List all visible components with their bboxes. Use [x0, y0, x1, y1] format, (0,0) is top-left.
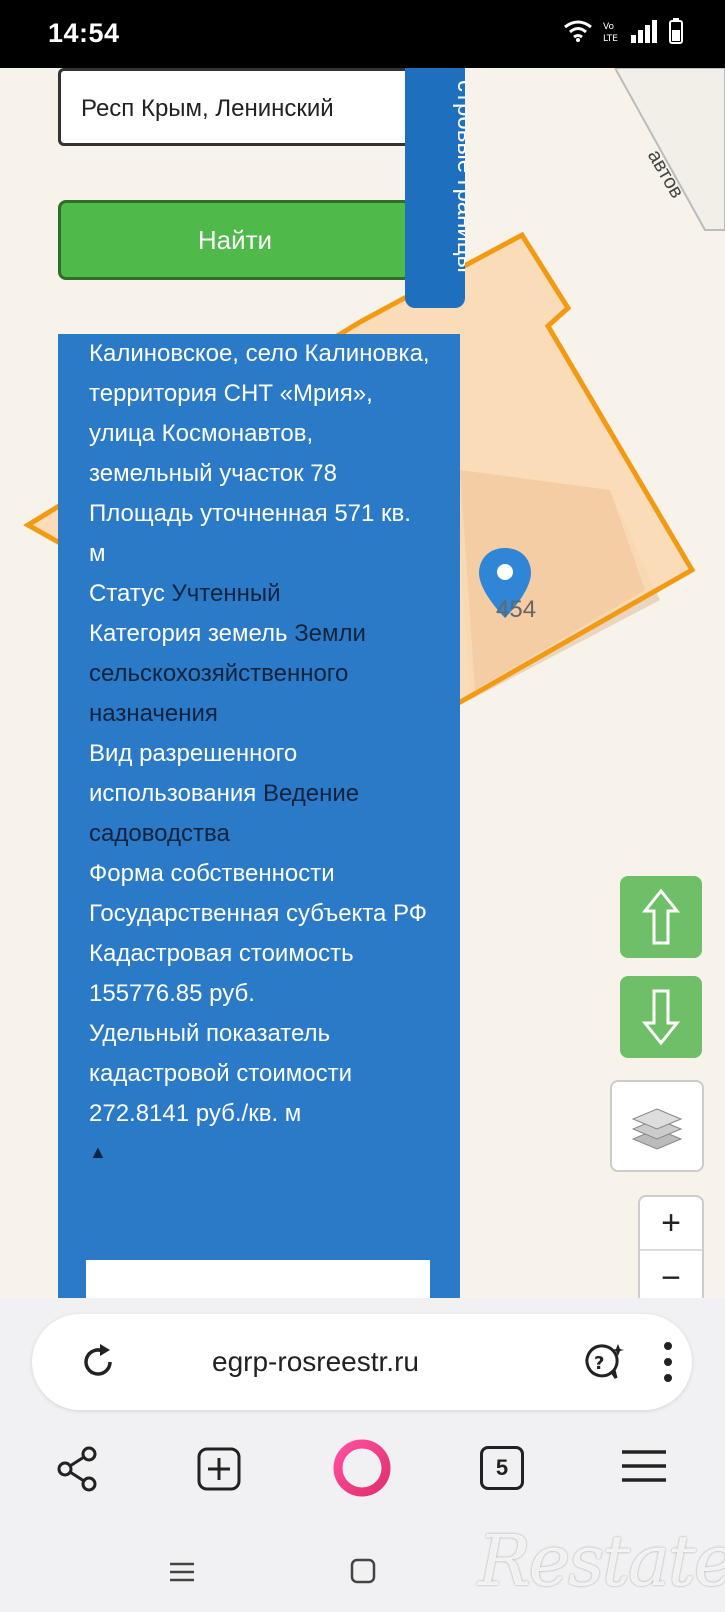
- address-bar[interactable]: egrp-rosreestr.ru ?: [32, 1314, 692, 1410]
- assistant-question-icon[interactable]: ?: [580, 1342, 624, 1382]
- find-button[interactable]: Найти: [58, 200, 412, 280]
- watermark-logo: Restate: [478, 1520, 725, 1602]
- arrow-down-icon: [641, 989, 681, 1046]
- parcel-address: Калиновское, село Калиновка, территория …: [89, 340, 430, 487]
- parcel-info-panel: Калиновское, село Калиновка, территория …: [58, 334, 460, 1298]
- panel-input-box[interactable]: [86, 1260, 430, 1298]
- address-search-input[interactable]: Респ Крым, Ленинский: [58, 68, 412, 146]
- new-tab-icon: [197, 1447, 241, 1491]
- zoom-control: + −: [638, 1195, 704, 1305]
- use-row: Вид разрешенного использования Ведение с…: [89, 740, 360, 847]
- status-value: Учтенный: [171, 580, 281, 607]
- recent-apps-icon[interactable]: [168, 1558, 196, 1586]
- cadastral-boundaries-toggle[interactable]: стровые границы: [405, 68, 465, 308]
- layers-icon: [631, 1108, 683, 1150]
- tab-count: 5: [495, 1455, 509, 1480]
- hamburger-menu-icon: [622, 1450, 666, 1482]
- area-row: Площадь уточненная 571 кв. м: [89, 500, 411, 567]
- zoom-in-button[interactable]: +: [640, 1197, 702, 1251]
- svg-text:Vo: Vo: [603, 22, 614, 32]
- tabs-icon: 5: [480, 1446, 524, 1490]
- ownership-value: Государственная субъекта РФ: [89, 900, 428, 927]
- arrow-up-icon: [641, 888, 681, 945]
- scroll-up-button[interactable]: [620, 876, 702, 958]
- share-button[interactable]: [55, 1446, 101, 1492]
- specific-cost-row: Удельный показатель кадастровой стоимост…: [89, 1020, 353, 1127]
- more-options-icon[interactable]: [662, 1340, 674, 1384]
- battery-icon: [669, 18, 683, 44]
- cadastral-boundaries-label: стровые границы: [452, 80, 465, 273]
- url-text[interactable]: egrp-rosreestr.ru: [212, 1346, 419, 1378]
- status-icons: Vo LTE: [563, 18, 683, 44]
- reload-icon[interactable]: [78, 1342, 118, 1382]
- share-icon: [57, 1446, 97, 1492]
- alice-icon: [333, 1439, 391, 1497]
- street-band: [613, 68, 725, 231]
- parcel-number: 454: [496, 596, 537, 623]
- new-tab-button[interactable]: [196, 1446, 242, 1492]
- cost-row: Кадастровая стоимость 155776.85 руб.: [89, 940, 354, 1007]
- collapse-arrow[interactable]: ▲: [89, 1138, 434, 1166]
- tabs-button[interactable]: 5: [480, 1446, 524, 1490]
- scroll-down-button[interactable]: [620, 976, 702, 1058]
- wifi-icon: [564, 20, 592, 42]
- cost-value: 155776.85 руб.: [89, 980, 255, 1007]
- status-time: 14:54: [48, 18, 120, 48]
- svg-text:?: ?: [594, 1353, 604, 1374]
- status-bar: 14:54 Vo LTE: [0, 0, 725, 68]
- specific-cost-value: 272.8141 руб./кв. м: [89, 1100, 302, 1127]
- volte-icon: Vo LTE: [603, 22, 618, 43]
- signal-icon: [631, 20, 657, 43]
- menu-button[interactable]: [620, 1446, 668, 1486]
- svg-text:LTE: LTE: [603, 34, 618, 43]
- zoom-out-button[interactable]: −: [640, 1251, 702, 1305]
- map-layers-button[interactable]: [610, 1080, 704, 1172]
- status-row: Статус Учтенный: [89, 580, 281, 607]
- ownership-row: Форма собственности Государственная субъе…: [89, 860, 428, 927]
- category-row: Категория земель Земли сельскохозяйствен…: [89, 620, 366, 727]
- home-icon[interactable]: [350, 1558, 376, 1584]
- alice-assistant-button[interactable]: [332, 1438, 392, 1498]
